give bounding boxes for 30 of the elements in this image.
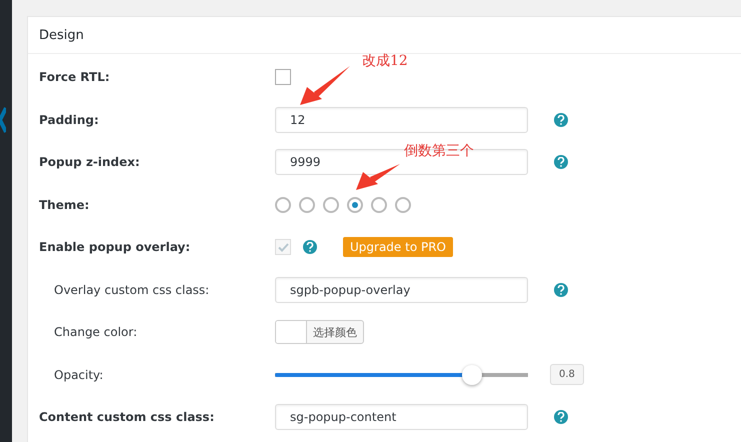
color-picker-button[interactable]: 选择颜色 (275, 320, 364, 344)
field-label: Opacity: (53, 368, 104, 382)
theme-radio[interactable] (371, 196, 387, 213)
text-field[interactable]: sg-popup-content (275, 404, 528, 430)
slider-thumb[interactable] (462, 364, 482, 385)
text-field[interactable]: 12 (275, 106, 528, 133)
theme-radio[interactable] (275, 196, 291, 213)
theme-radio[interactable] (395, 196, 411, 213)
theme-radio[interactable] (347, 196, 363, 213)
opacity-value: 0.8 (550, 364, 584, 386)
field-label: Theme: (38, 198, 90, 212)
text-field[interactable]: sgpb-popup-overlay (275, 276, 528, 303)
field-label: Popup z-index: (38, 155, 141, 170)
theme-radio[interactable] (299, 196, 315, 213)
help-icon[interactable] (554, 282, 568, 297)
field-label: Padding: (38, 112, 100, 127)
field-label: Force RTL: (38, 70, 111, 84)
field-label: Change color: (53, 325, 138, 340)
annotation-arrow (354, 162, 402, 192)
theme-radio[interactable] (323, 196, 339, 213)
field-label: Enable popup overlay: (38, 240, 192, 254)
checkbox[interactable] (275, 69, 291, 86)
chevron-icon[interactable] (0, 106, 6, 134)
help-icon[interactable] (554, 112, 568, 127)
panel-title: Design (39, 28, 84, 42)
field-label: Content custom css class: (38, 410, 216, 424)
annotation-note: 改成12 (362, 52, 408, 70)
help-icon[interactable] (554, 155, 568, 170)
help-icon[interactable] (554, 410, 568, 424)
field-label: Overlay custom css class: (53, 282, 210, 297)
